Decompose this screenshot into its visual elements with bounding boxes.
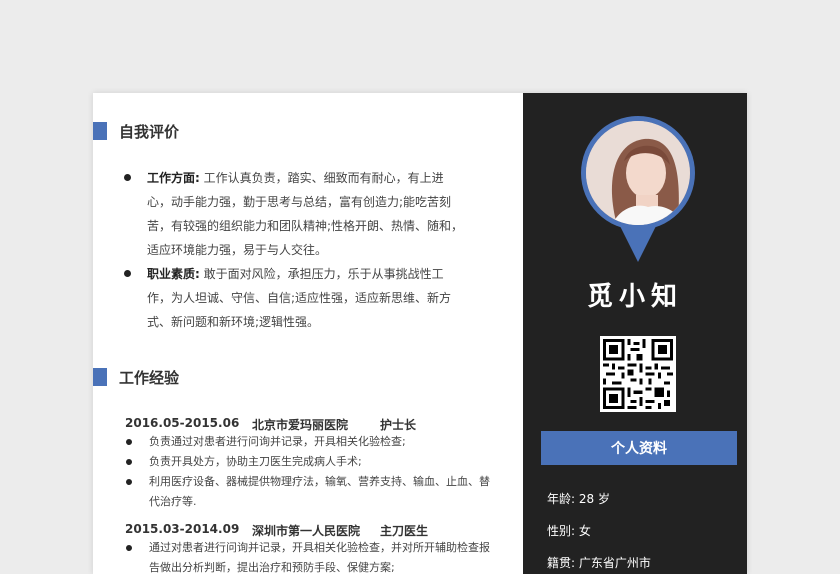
- self-eval-list: 工作方面: 工作认真负责，踏实、细致而有耐心，有上进心，动手能力强，勤于思考与总…: [123, 166, 465, 334]
- bullet-dot: [126, 459, 132, 465]
- job-period: 2016.05-2015.06: [125, 416, 240, 430]
- origin-info: 籍贯: 广东省广州市: [547, 556, 651, 570]
- qr-code[interactable]: [600, 336, 676, 412]
- person-name: 觅小知: [586, 282, 683, 312]
- job-role: 主刀医生: [380, 524, 429, 538]
- resume-main-column: 自我评价 工作方面: 工作认真负责，踏实、细致而有耐心，有上进心，动手能力强，勤…: [93, 93, 523, 574]
- job-duty-text: 负责通过对患者进行问询并记录，开具相关化验检查;: [149, 435, 406, 448]
- work-header: 工作经验: [93, 368, 180, 387]
- avatar: [586, 121, 690, 225]
- job-duty-text: 负责开具处方，协助主刀医生完成病人手术;: [149, 455, 362, 468]
- job-period: 2015.03-2014.09: [125, 522, 240, 536]
- self-eval-label: 工作方面:: [147, 171, 200, 185]
- self-eval-item: 职业素质: 敢于面对风险，承担压力，乐于从事挑战性工作，为人坦诚、守信、自信;适…: [123, 262, 465, 334]
- bullet-dot: [126, 439, 132, 445]
- job-duty-item: 通过对患者进行问询并记录，开具相关化验检查，并对所开辅助检查报告做出分析判断，提…: [123, 538, 493, 574]
- section-marker: [93, 368, 107, 386]
- job-duties: 通过对患者进行问询并记录，开具相关化验检查，并对所开辅助检查报告做出分析判断，提…: [123, 538, 493, 574]
- self-eval-title: 自我评价: [119, 122, 180, 141]
- resume-sidebar: 觅小知 个人资料 年龄: 28 岁 性别: 女 籍贯: 广东省广州市: [523, 93, 747, 574]
- work-title: 工作经验: [119, 368, 180, 387]
- age-info: 年龄: 28 岁: [547, 492, 610, 506]
- job-duty-text: 通过对患者进行问询并记录，开具相关化验检查，并对所开辅助检查报告做出分析判断，提…: [149, 541, 490, 574]
- job-duty-item: 负责开具处方，协助主刀医生完成病人手术;: [123, 452, 493, 472]
- avatar-pin: [581, 116, 695, 266]
- bullet-dot: [124, 270, 131, 277]
- bullet-dot: [124, 174, 131, 181]
- job-role: 护士长: [380, 418, 417, 432]
- job-duties: 负责通过对患者进行问询并记录，开具相关化验检查; 负责开具处方，协助主刀医生完成…: [123, 432, 493, 512]
- bullet-dot: [126, 479, 132, 485]
- job-org: 北京市爱玛丽医院: [252, 418, 349, 432]
- job-duty-item: 负责通过对患者进行问询并记录，开具相关化验检查;: [123, 432, 493, 452]
- job-duty-item: 利用医疗设备、器械提供物理疗法，输氧、营养支持、输血、止血、替代治疗等.: [123, 472, 493, 512]
- job-duty-text: 利用医疗设备、器械提供物理疗法，输氧、营养支持、输血、止血、替代治疗等.: [149, 475, 490, 508]
- gender-info: 性别: 女: [547, 524, 591, 538]
- bullet-dot: [126, 545, 132, 551]
- avatar-photo: [586, 121, 690, 225]
- resume-page: 自我评价 工作方面: 工作认真负责，踏实、细致而有耐心，有上进心，动手能力强，勤…: [93, 93, 747, 574]
- job-org: 深圳市第一人民医院: [252, 524, 361, 538]
- section-marker: [93, 122, 107, 140]
- self-eval-label: 职业素质:: [147, 267, 200, 281]
- personal-info-header: 个人资料: [541, 431, 737, 465]
- self-eval-item: 工作方面: 工作认真负责，踏实、细致而有耐心，有上进心，动手能力强，勤于思考与总…: [123, 166, 465, 262]
- self-eval-header: 自我评价: [93, 122, 180, 141]
